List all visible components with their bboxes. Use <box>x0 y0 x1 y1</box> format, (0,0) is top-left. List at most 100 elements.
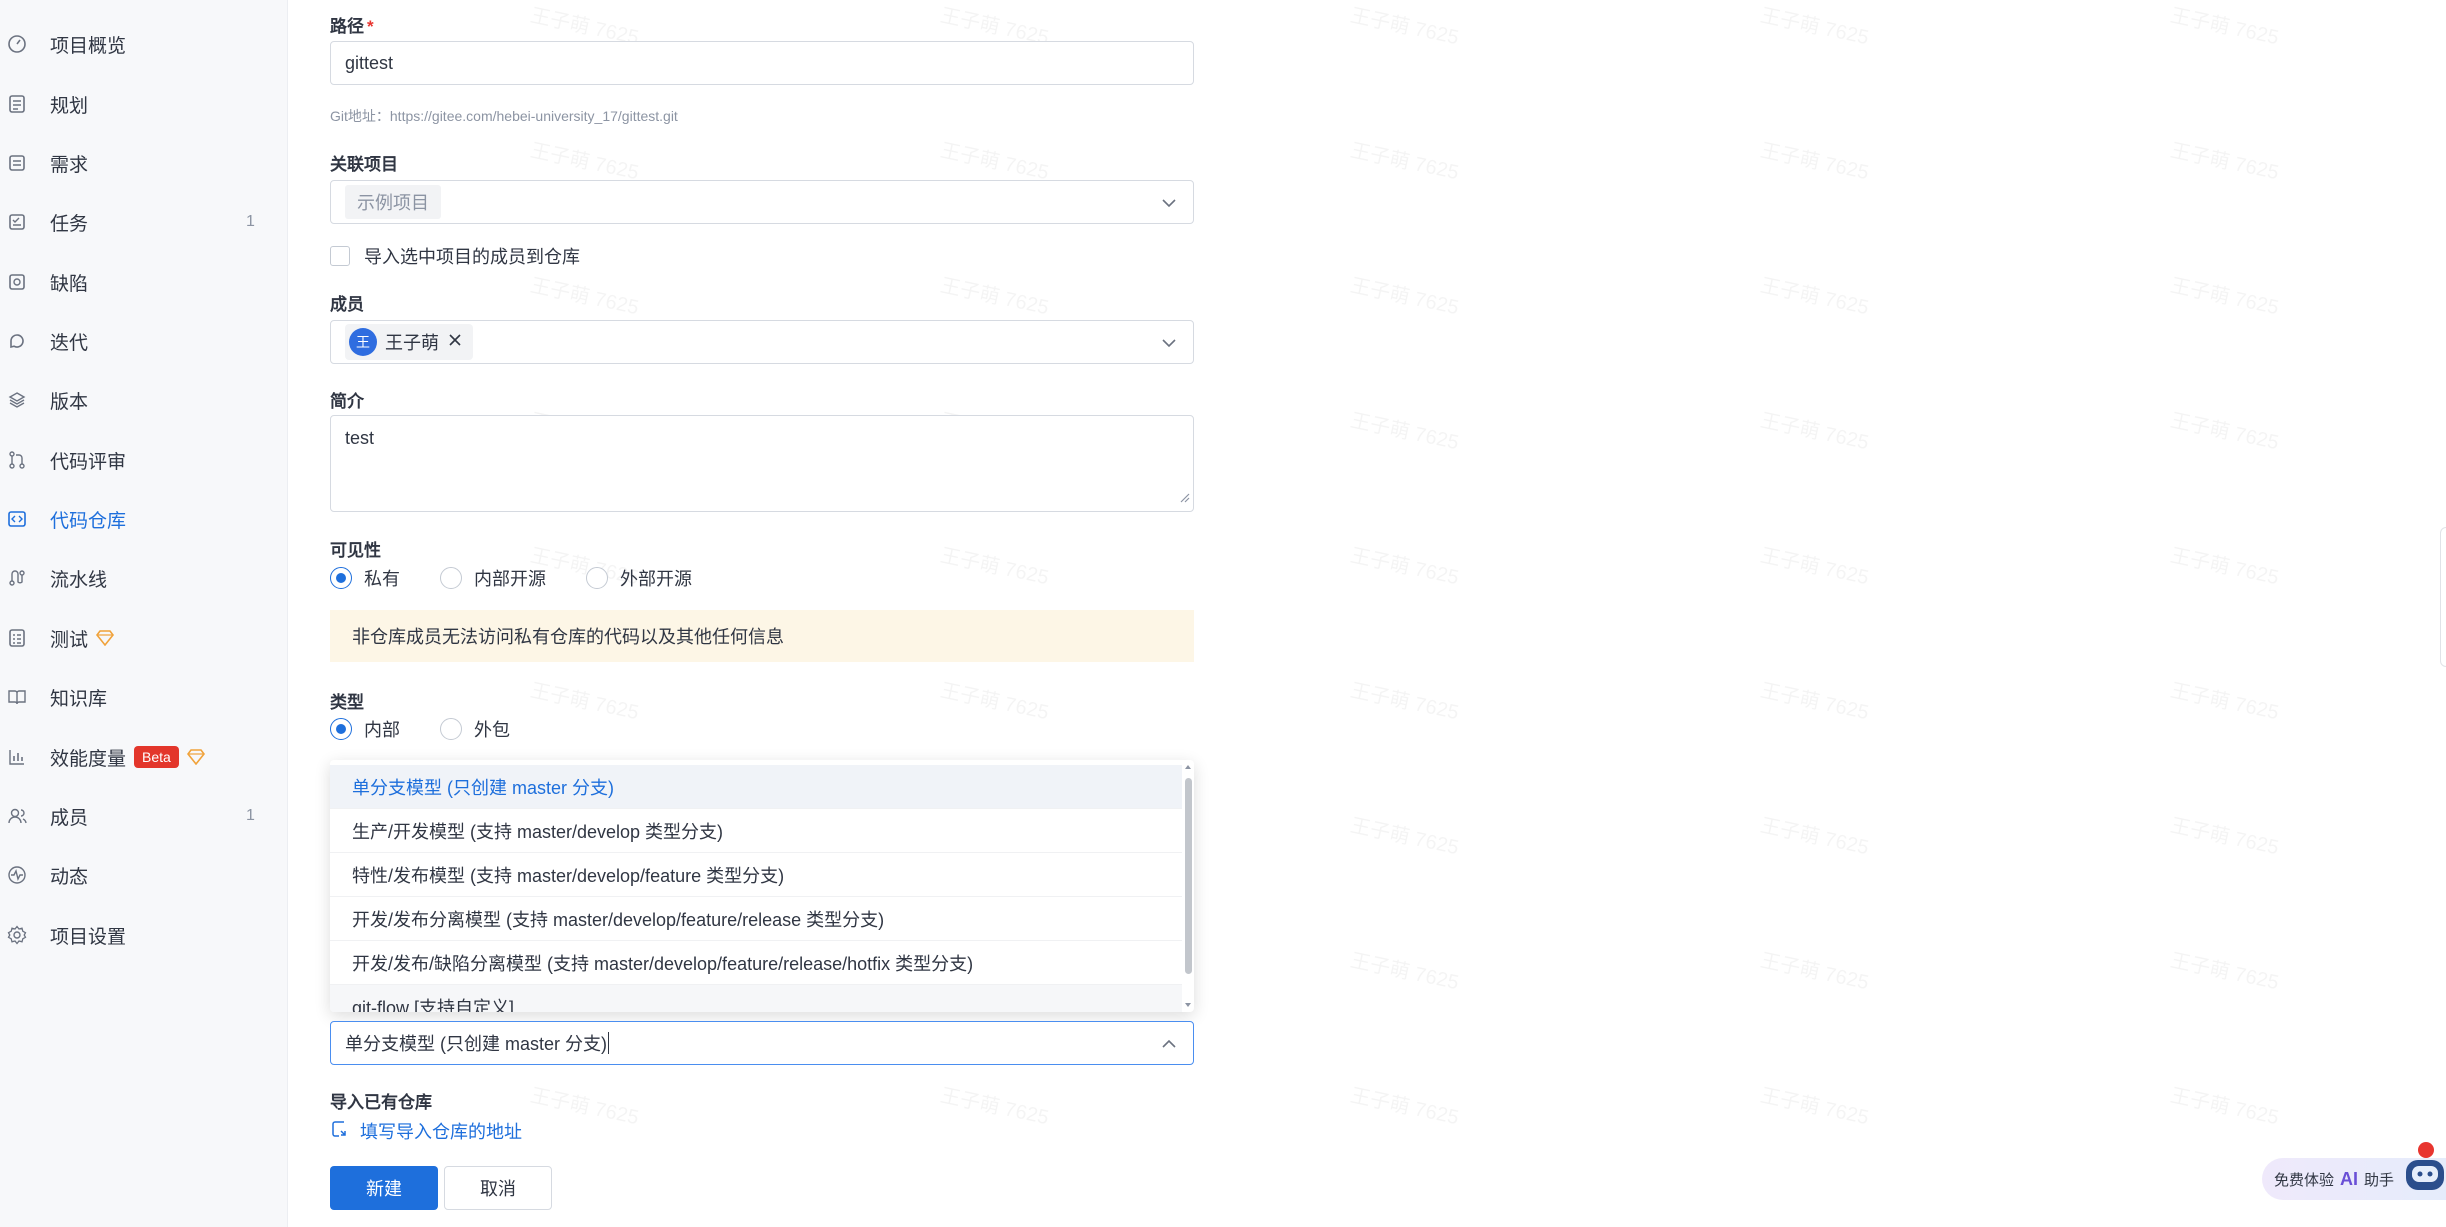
watermark-text: 王子萌 7625 <box>2168 269 2282 320</box>
layers-icon <box>6 389 28 411</box>
close-icon[interactable] <box>447 332 463 353</box>
create-button[interactable]: 新建 <box>330 1166 438 1210</box>
import-repo-link[interactable]: 填写导入仓库的地址 <box>330 1118 522 1144</box>
project-placeholder: 示例项目 <box>345 185 441 219</box>
radio[interactable] <box>440 718 462 740</box>
chevron-up-icon <box>1159 1034 1179 1059</box>
sidebar-item-activity[interactable]: 动态 <box>0 849 288 901</box>
premium-gem-icon <box>96 630 115 646</box>
dropdown-option[interactable]: git-flow [支持自定义] <box>330 985 1182 1012</box>
type-radio-group: 内部 外包 <box>330 716 550 742</box>
sidebar-item-version[interactable]: 版本 <box>0 374 288 426</box>
watermark-text: 王子萌 7625 <box>2168 944 2282 995</box>
ai-widget-suffix: 助手 <box>2364 1171 2395 1189</box>
watermark-text: 王子萌 7625 <box>1758 0 1872 50</box>
type-outsource-option[interactable]: 外包 <box>440 716 510 742</box>
type-internal-option[interactable]: 内部 <box>330 716 400 742</box>
dropdown-option[interactable]: 特性/发布模型 (支持 master/develop/feature 类型分支) <box>330 853 1182 897</box>
intro-textarea[interactable]: test <box>330 415 1194 512</box>
sidebar-item-requirement[interactable]: 需求 <box>0 137 288 189</box>
dropdown-option[interactable]: 生产/开发模型 (支持 master/develop 类型分支) <box>330 809 1182 853</box>
side-drawer-handle[interactable] <box>2440 527 2446 667</box>
git-address-hint: Git地址：https://gitee.com/hebei-university… <box>330 108 678 124</box>
members-select[interactable]: 王 王子萌 <box>330 320 1194 364</box>
option-label: 内部开源 <box>474 569 546 589</box>
sidebar-item-pipeline[interactable]: 流水线 <box>0 552 288 604</box>
dropdown-option[interactable]: 开发/发布分离模型 (支持 master/develop/feature/rel… <box>330 897 1182 941</box>
watermark-text: 王子萌 7625 <box>1348 134 1462 185</box>
sidebar-item-iteration[interactable]: 迭代 <box>0 315 288 367</box>
sidebar-item-label: 需求 <box>50 154 89 176</box>
member-name: 王子萌 <box>385 333 439 353</box>
radio[interactable] <box>586 567 608 589</box>
sidebar-item-label: 代码评审 <box>50 451 127 473</box>
import-members-label: 导入选中项目的成员到仓库 <box>364 247 580 267</box>
sidebar-item-label: 项目设置 <box>50 926 127 948</box>
watermark-text: 王子萌 7625 <box>528 1079 642 1130</box>
scroll-thumb[interactable] <box>1185 778 1192 974</box>
sidebar-item-label: 迭代 <box>50 332 89 354</box>
path-label: 路径 * <box>330 12 374 37</box>
requirement-icon <box>6 152 28 174</box>
pipeline-icon <box>6 567 28 589</box>
visibility-radio-group: 私有 内部开源 外部开源 <box>330 565 732 591</box>
resize-handle-icon[interactable] <box>1178 487 1190 508</box>
sidebar-item-knowledge[interactable]: 知识库 <box>0 671 288 723</box>
type-label: 类型 <box>330 693 364 712</box>
sidebar-item-code-repo[interactable]: 代码仓库 <box>0 493 288 545</box>
option-label: 外部开源 <box>620 569 692 589</box>
chart-icon <box>6 746 28 768</box>
cancel-button[interactable]: 取消 <box>444 1166 552 1210</box>
branch-model-select[interactable]: 单分支模型 (只创建 master 分支) <box>330 1021 1194 1065</box>
intro-value: test <box>345 428 375 448</box>
visibility-public-option[interactable]: 外部开源 <box>586 565 692 591</box>
plan-icon <box>6 93 28 115</box>
radio-checked[interactable] <box>330 718 352 740</box>
sidebar-item-test[interactable]: 测试 <box>0 612 288 664</box>
sidebar-item-label: 缺陷 <box>50 273 89 295</box>
sidebar-item-task[interactable]: 任务 1 <box>0 196 288 248</box>
radio[interactable] <box>440 567 462 589</box>
import-members-option[interactable]: 导入选中项目的成员到仓库 <box>330 243 580 269</box>
sidebar-item-label: 动态 <box>50 866 89 888</box>
sidebar-item-code-review[interactable]: 代码评审 <box>0 434 288 486</box>
watermark-text: 王子萌 7625 <box>1758 269 1872 320</box>
robot-assistant-icon[interactable] <box>2400 1142 2446 1203</box>
sidebar-item-bug[interactable]: 缺陷 <box>0 256 288 308</box>
task-icon <box>6 211 28 233</box>
watermark-text: 王子萌 7625 <box>1758 539 1872 590</box>
watermark-text: 王子萌 7625 <box>2168 1079 2282 1130</box>
branch-model-dropdown: 单分支模型 (只创建 master 分支) 生产/开发模型 (支持 master… <box>330 760 1194 1012</box>
watermark-text: 王子萌 7625 <box>2168 0 2282 50</box>
import-repo-label: 导入已有仓库 <box>330 1093 432 1112</box>
import-members-checkbox[interactable] <box>330 246 350 266</box>
watermark-text: 王子萌 7625 <box>1348 0 1462 50</box>
watermark-text: 王子萌 7625 <box>528 134 642 185</box>
path-value: gittest <box>345 52 394 73</box>
radio-checked[interactable] <box>330 567 352 589</box>
visibility-private-option[interactable]: 私有 <box>330 565 400 591</box>
path-input[interactable]: gittest <box>330 41 1194 85</box>
scroll-up-icon[interactable] <box>1184 763 1192 771</box>
dropdown-option[interactable]: 单分支模型 (只创建 master 分支) <box>330 765 1182 809</box>
sidebar-item-label: 代码仓库 <box>50 510 127 532</box>
visibility-internal-option[interactable]: 内部开源 <box>440 565 546 591</box>
members-label: 成员 <box>330 295 364 314</box>
dropdown-option[interactable]: 开发/发布/缺陷分离模型 (支持 master/develop/feature/… <box>330 941 1182 985</box>
scroll-down-icon[interactable] <box>1184 1001 1192 1009</box>
watermark-text: 王子萌 7625 <box>1758 134 1872 185</box>
member-tag: 王 王子萌 <box>345 324 473 360</box>
sidebar-item-plan[interactable]: 规划 <box>0 78 288 130</box>
watermark-text: 王子萌 7625 <box>1758 404 1872 455</box>
project-select[interactable]: 示例项目 <box>330 180 1194 224</box>
chevron-down-icon <box>1159 193 1179 218</box>
sidebar-item-overview[interactable]: 项目概览 <box>0 18 288 70</box>
path-label-text: 路径 <box>330 17 364 36</box>
sidebar-item-metrics[interactable]: 效能度量 Beta <box>0 731 288 783</box>
sidebar-item-label: 规划 <box>50 95 89 117</box>
project-label: 关联项目 <box>330 155 398 174</box>
sidebar-item-settings[interactable]: 项目设置 <box>0 909 288 961</box>
watermark-text: 王子萌 7625 <box>2168 134 2282 185</box>
dropdown-scrollbar[interactable] <box>1182 760 1194 1012</box>
sidebar-item-members[interactable]: 成员 1 <box>0 790 288 842</box>
